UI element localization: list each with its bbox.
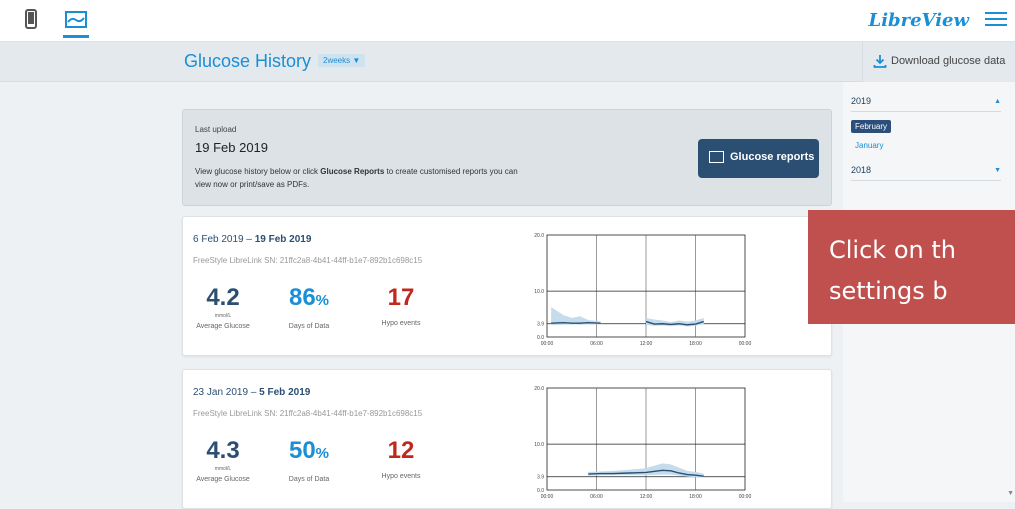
card-date-range: 23 Jan 2019 – 5 Feb 2019	[193, 387, 310, 398]
y-tick-label: 20.0	[534, 233, 544, 239]
card-date-range: 6 Feb 2019 – 19 Feb 2019	[193, 234, 311, 245]
caret-up-icon: ▲	[994, 98, 1001, 105]
year-label: 2018	[851, 165, 872, 175]
x-tick-label: 18:00	[689, 494, 702, 500]
x-tick-label: 12:00	[640, 341, 653, 347]
top-bar: LibreView	[0, 0, 1015, 42]
page-header: Glucose History 2weeks ▼	[0, 42, 862, 82]
stat-text: 17	[387, 284, 415, 311]
year-2018[interactable]: 2018 ▼	[851, 165, 1001, 181]
menu-icon[interactable]	[985, 8, 1007, 30]
range-label: 2weeks	[323, 56, 351, 65]
stat-text: 6 Feb 2019 –	[193, 234, 255, 245]
upload-text-part: View glucose history below or click	[195, 167, 321, 176]
hypo-events-stat: 12 Hypo events	[361, 437, 441, 481]
hypo-events-stat: 17 Hypo events	[361, 284, 441, 328]
year-2019[interactable]: 2019 ▲	[851, 96, 1001, 112]
device-info: FreeStyle LibreLink SN: 21ffc2a8-4b41-44…	[193, 409, 423, 418]
stat-text: %	[315, 292, 330, 309]
average-glucose-stat: 4.2 mmol/L Average Glucose	[183, 284, 263, 331]
stat-text: 4.3	[206, 437, 240, 464]
glucose-chart: 20.010.03.90.000:00 06:00 12:00 18:00 00:00	[534, 386, 752, 500]
stat-text: Days of Data	[288, 476, 330, 483]
glucose-chart: 20.010.03.90.000:00 06:00 12:00 18:00 00:00	[534, 233, 752, 347]
range-dropdown[interactable]: 2weeks ▼	[318, 54, 366, 67]
report-icon	[709, 151, 724, 163]
month-february[interactable]: February	[851, 120, 892, 133]
phone-icon[interactable]	[18, 8, 44, 38]
history-card[interactable]: 6 Feb 2019 – 19 Feb 2019 FreeStyle Libre…	[182, 216, 832, 356]
y-tick-label: 20.0	[534, 386, 544, 392]
y-tick-label: 3.9	[537, 475, 544, 481]
stat-text: 5 Feb 2019	[259, 387, 311, 398]
x-tick-label: 06:00	[590, 341, 603, 347]
callout-line: settings b	[829, 277, 948, 305]
x-tick-label: 12:00	[640, 494, 653, 500]
last-upload-label: Last upload	[195, 125, 237, 134]
stat-text: mmol/L	[214, 466, 232, 472]
tutorial-callout: Click on th settings b	[808, 210, 1015, 324]
download-icon	[873, 54, 887, 68]
x-tick-label: 18:00	[689, 341, 702, 347]
stat-text: Average Glucose	[196, 476, 250, 483]
glucose-reports-label: Glucose reports	[730, 151, 815, 163]
stat-text: Hypo events	[381, 320, 421, 327]
stat-text: 50	[288, 437, 316, 464]
stat-text: Hypo events	[381, 473, 421, 480]
glucose-reports-button[interactable]: Glucose reports	[698, 139, 819, 178]
days-of-data-stat: 50% Days of Data	[269, 438, 349, 484]
x-tick-label: 00:00	[739, 494, 752, 500]
scroll-down-arrow[interactable]: ▼	[1007, 490, 1014, 497]
stat-text: 86%	[269, 285, 349, 314]
x-tick-label: 00:00	[739, 341, 752, 347]
stat-text: 19 Feb 2019	[254, 234, 312, 245]
x-tick-label: 00:00	[541, 494, 554, 500]
x-tick-label: 00:00	[541, 341, 554, 347]
upload-text-part: Glucose Reports	[320, 167, 385, 176]
stat-text: Average Glucose	[196, 323, 250, 330]
stat-text: Days of Data	[288, 323, 330, 330]
upload-help-text: View glucose history below or click Gluc…	[195, 165, 535, 191]
average-glucose-stat: 4.3 mmol/L Average Glucose	[183, 437, 263, 484]
stat-text: 12	[387, 437, 415, 464]
page-title: Glucose History	[184, 51, 312, 71]
last-upload-date: 19 Feb 2019	[195, 140, 269, 155]
download-glucose-button[interactable]: Download glucose data	[862, 42, 1015, 82]
month-january[interactable]: January	[851, 139, 887, 152]
days-of-data-stat: 86% Days of Data	[269, 285, 349, 331]
caret-down-icon: ▼	[994, 167, 1001, 174]
stat-text: 23 Jan 2019 –	[193, 387, 260, 398]
x-tick-label: 06:00	[590, 494, 603, 500]
callout-line: Click on th	[829, 236, 956, 264]
stat-text: 4.2	[206, 284, 240, 311]
median-line	[551, 321, 601, 324]
libreview-logo: LibreView	[868, 10, 969, 31]
device-info: FreeStyle LibreLink SN: 21ffc2a8-4b41-44…	[193, 256, 423, 265]
history-card[interactable]: 23 Jan 2019 – 5 Feb 2019 FreeStyle Libre…	[182, 369, 832, 509]
download-label: Download glucose data	[891, 54, 1006, 67]
caret-down-icon: ▼	[352, 56, 361, 65]
y-tick-label: 10.0	[534, 442, 544, 448]
y-tick-label: 10.0	[534, 289, 544, 295]
last-upload-panel: Last upload 19 Feb 2019 View glucose his…	[182, 109, 832, 206]
stat-text: mmol/L	[214, 313, 232, 319]
y-tick-label: 3.9	[537, 322, 544, 328]
stat-text: 86	[288, 284, 316, 311]
stat-text: 50%	[269, 438, 349, 467]
stat-text: %	[315, 445, 330, 462]
glucose-view-icon[interactable]	[63, 8, 89, 38]
year-label: 2019	[851, 96, 872, 106]
